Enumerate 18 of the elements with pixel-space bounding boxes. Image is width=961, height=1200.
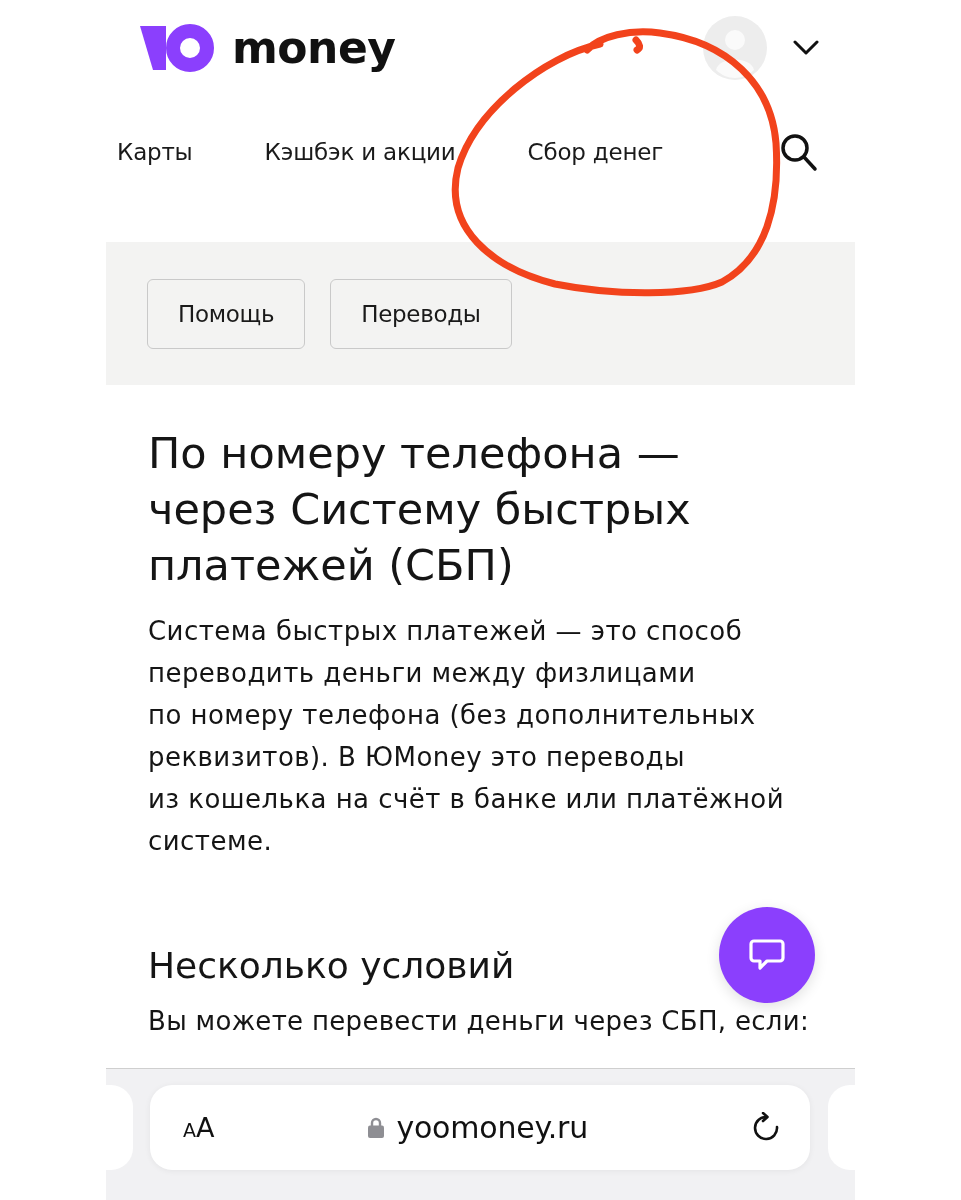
url-text[interactable]: yoomoney.ru xyxy=(396,1110,589,1145)
chat-icon xyxy=(749,938,785,972)
nav-link[interactable]: Карты xyxy=(117,139,193,165)
logo-text[interactable]: money xyxy=(232,25,396,70)
article-title: По номеру телефона — через Систему быстрых платежей (СБП) xyxy=(148,427,691,592)
avatar-icon[interactable] xyxy=(703,15,767,80)
conditions-lead-text: Вы можете перевести деньги через СБП, если: xyxy=(148,1005,809,1038)
logo-icon[interactable] xyxy=(140,23,214,72)
quick-link-button[interactable]: Переводы xyxy=(330,278,512,349)
chevron-down-icon[interactable] xyxy=(793,40,819,55)
address-bar[interactable]: AA yoomoney.ru xyxy=(150,1085,810,1170)
intro-paragraph: Система быстрых платежей — это способ переводить деньги между физлицами по номеру телефона (без дополнительных реквизитов). В ЮMoney это переводы из кошелька на счёт в банке или платёжной системе. xyxy=(148,615,785,858)
search-icon[interactable] xyxy=(780,132,818,172)
text-size-button[interactable]: AA xyxy=(183,1112,215,1143)
nav-link[interactable]: Сбор денег xyxy=(527,139,664,165)
nav-link[interactable]: Кэшбэк и акции xyxy=(264,139,456,165)
quick-link-button[interactable]: Помощь xyxy=(147,278,306,349)
section-heading: Несколько условий xyxy=(148,944,515,988)
